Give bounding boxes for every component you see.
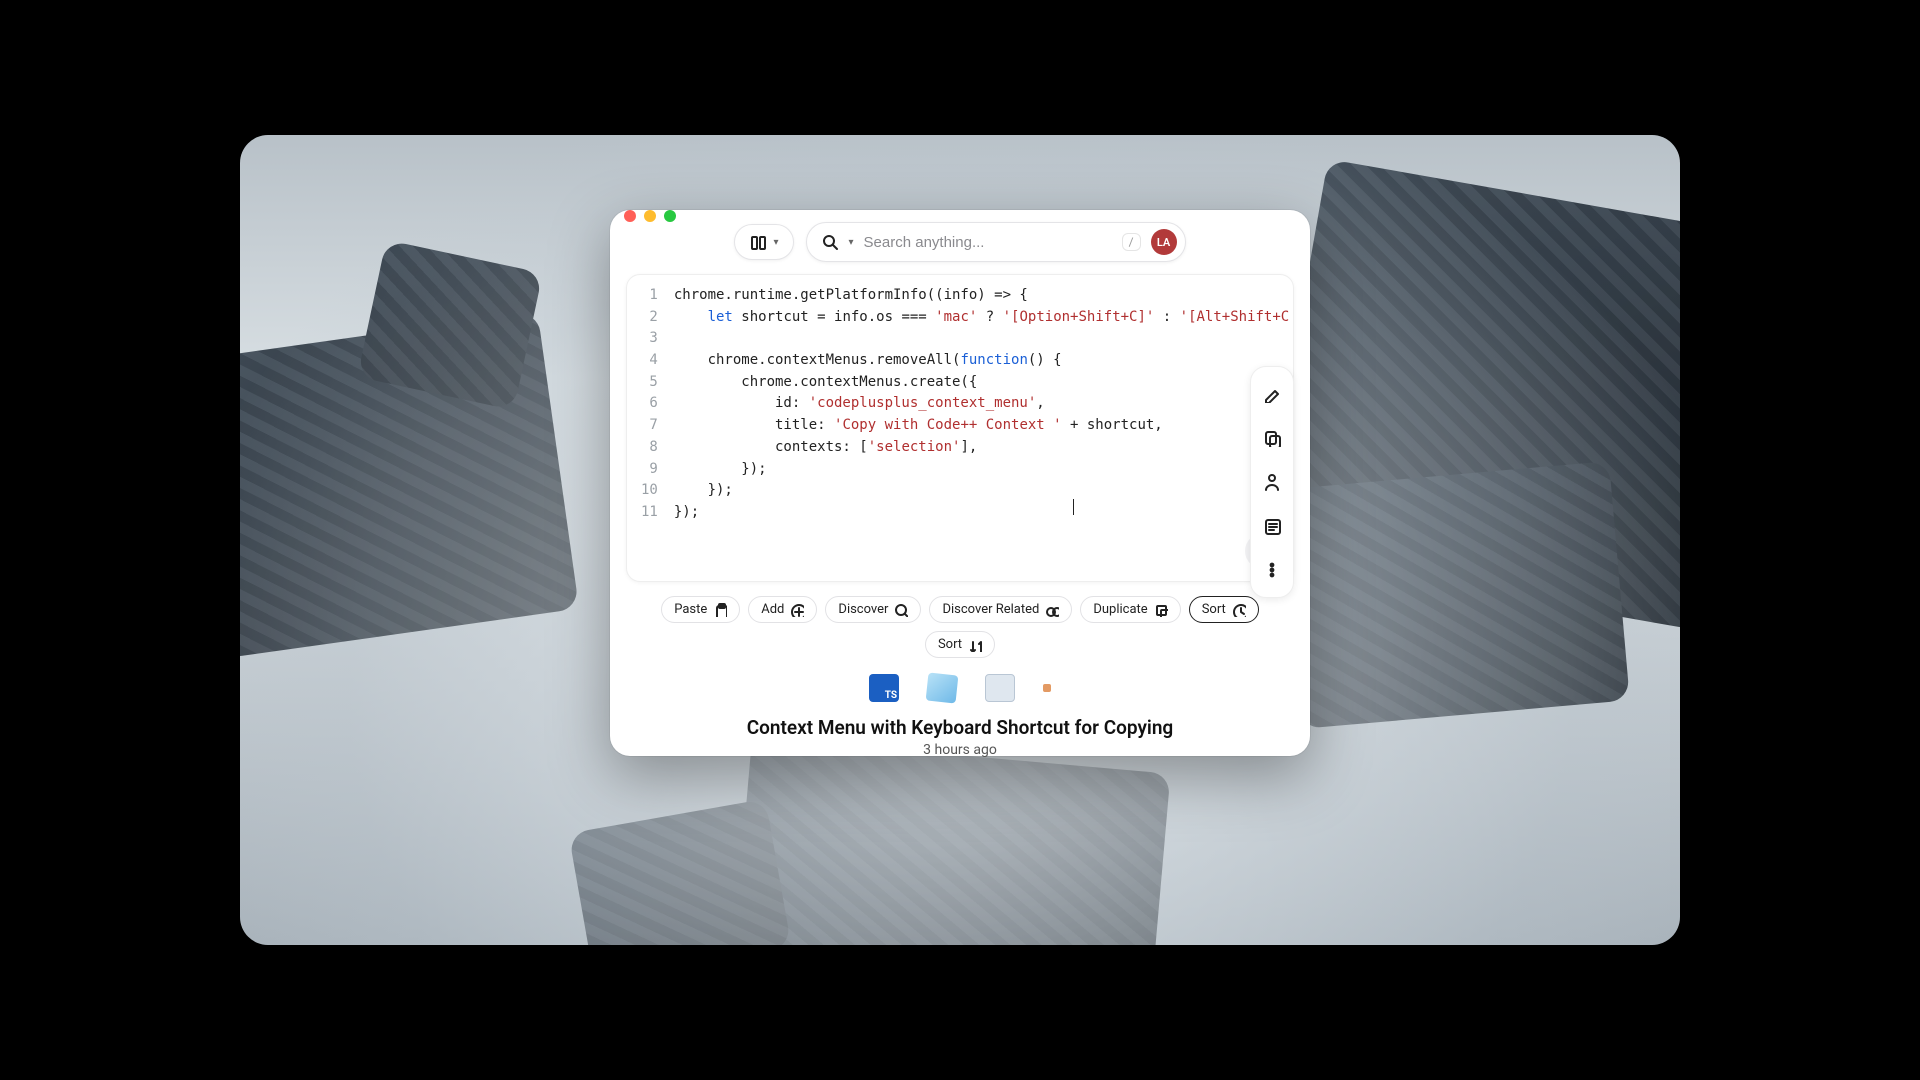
search-kbd-hint: /: [1122, 233, 1141, 251]
note-icon: [1263, 517, 1281, 535]
window-zoom-button[interactable]: [664, 210, 676, 222]
search-input[interactable]: [864, 234, 1112, 251]
clock-icon: [1232, 603, 1246, 617]
notes-button[interactable]: [1261, 515, 1283, 537]
copy-icon: [1263, 429, 1281, 447]
columns-icon: [749, 233, 767, 251]
chevron-down-icon: ▾: [849, 237, 854, 248]
plus-circle-icon: [790, 603, 804, 617]
discover-chip[interactable]: Discover: [825, 596, 921, 623]
toolbar: ▾ ▾ / LA: [610, 222, 1310, 274]
sort-icon: [968, 638, 982, 652]
copy-button[interactable]: [1261, 427, 1283, 449]
duplicate-chip[interactable]: Duplicate: [1080, 596, 1180, 623]
search-icon: [821, 233, 839, 251]
thumbnail-misc[interactable]: [1043, 684, 1051, 692]
window-close-button[interactable]: [624, 210, 636, 222]
thumbnail-dart[interactable]: [926, 673, 959, 704]
app-window: ▾ ▾ / LA 1 2 3 4 5 6 7 8 9 10 11 chrome.…: [610, 210, 1310, 756]
sort-time-chip[interactable]: Sort: [1189, 596, 1259, 623]
avatar[interactable]: LA: [1151, 229, 1177, 255]
code-body[interactable]: chrome.runtime.getPlatformInfo((info) =>…: [674, 285, 1293, 524]
pencil-icon: [1263, 385, 1281, 403]
side-toolbar: [1250, 366, 1294, 598]
line-gutter: 1 2 3 4 5 6 7 8 9 10 11: [627, 285, 674, 524]
thumbnail-typescript[interactable]: [869, 674, 899, 702]
search-icon: [894, 603, 908, 617]
search-bar[interactable]: ▾ / LA: [806, 222, 1186, 262]
person-link-icon: [1263, 473, 1281, 491]
share-button[interactable]: [1261, 471, 1283, 493]
snippet-meta: Context Menu with Keyboard Shortcut for …: [626, 716, 1294, 758]
add-chip[interactable]: Add: [748, 596, 817, 623]
desktop-wallpaper: ▾ ▾ / LA 1 2 3 4 5 6 7 8 9 10 11 chrome.…: [240, 135, 1680, 945]
discover-related-chip[interactable]: Discover Related: [929, 596, 1072, 623]
link-icon: [1045, 603, 1059, 617]
paste-chip[interactable]: Paste: [661, 596, 740, 623]
more-button[interactable]: [1261, 559, 1283, 581]
clipboard-icon: [713, 603, 727, 617]
text-caret: [1073, 499, 1074, 515]
chevron-down-icon: ▾: [773, 237, 778, 248]
code-editor[interactable]: 1 2 3 4 5 6 7 8 9 10 11 chrome.runtime.g…: [626, 274, 1294, 582]
window-minimize-button[interactable]: [644, 210, 656, 222]
copy-icon: [1154, 603, 1168, 617]
snippet-time: 3 hours ago: [626, 742, 1294, 758]
layout-toggle-button[interactable]: ▾: [734, 224, 793, 260]
snippet-title: Context Menu with Keyboard Shortcut for …: [626, 716, 1294, 739]
sort-chip[interactable]: Sort: [925, 631, 995, 658]
thumbnail-text[interactable]: [985, 674, 1015, 702]
action-chips: Paste Add Discover Discover Related Dupl…: [626, 596, 1294, 658]
related-thumbnails: [626, 674, 1294, 702]
more-vertical-icon: [1263, 561, 1281, 579]
edit-button[interactable]: [1261, 383, 1283, 405]
window-titlebar: [610, 210, 1310, 222]
